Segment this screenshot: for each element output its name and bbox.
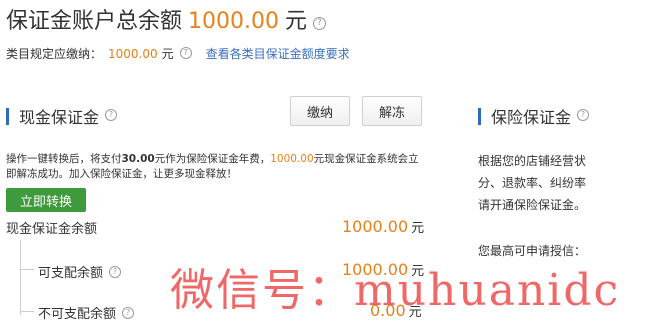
insurance-margin-section-header: 保险保证金 ? [478, 104, 590, 128]
section-accent-bar [6, 107, 9, 125]
pay-button[interactable]: 缴纳 [290, 96, 350, 126]
tree-branch [20, 269, 34, 270]
page-title: 保证金账户总余额 [6, 9, 183, 34]
available-balance-row: 可支配余额 ? [38, 262, 122, 281]
unavailable-balance-label: 不可支配余额 [38, 307, 117, 322]
cash-balance-amount: 1000.00 [342, 217, 409, 236]
desc-amount: 1000.00 [270, 153, 314, 165]
section-accent-bar [478, 107, 481, 125]
category-label: 类目规定应缴纳： [6, 47, 103, 61]
margin-account-page: 保证金账户总余额 1000.00 元 ? 类目规定应缴纳： 1000.00 元 … [0, 0, 647, 324]
question-circle-icon[interactable]: ? [577, 109, 590, 121]
convert-description: 操作一键转换后，将支付30.00元作为保险保证金年费，1000.00元现金保证金… [6, 152, 426, 182]
cash-margin-section-header: 现金保证金 ? [6, 104, 118, 128]
watermark-text: 微信号：muhuanidc [170, 265, 621, 316]
question-circle-icon[interactable]: ? [313, 17, 327, 30]
category-amount: 1000.00 [108, 46, 158, 61]
desc-fee: 30.00 [121, 153, 155, 165]
unavailable-balance-row: 不可支配余额 ? [38, 303, 135, 322]
cash-balance-unit: 元 [411, 221, 425, 236]
total-amount: 1000.00 [188, 9, 279, 34]
question-circle-icon[interactable]: ? [109, 265, 122, 278]
desc-text-1: 操作一键转换后，将支付 [6, 153, 122, 165]
available-balance-label: 可支配余额 [38, 266, 104, 281]
insurance-margin-title: 保险保证金 [491, 108, 572, 127]
account-total-header: 保证金账户总余额 1000.00 元 ? [6, 3, 327, 35]
category-unit: 元 [161, 47, 174, 61]
tree-connector [20, 240, 21, 315]
insurance-description: 根据您的店铺经营状 分、退款率、纠纷率 请开通保险保证金。 [478, 150, 586, 216]
total-unit: 元 [285, 9, 308, 34]
desc-text-2: 元作为保险保证金年费， [154, 153, 271, 165]
insurance-line-3: 请开通保险保证金。 [478, 198, 587, 212]
question-circle-icon[interactable]: ? [179, 46, 192, 59]
insurance-line-1: 根据您的店铺经营状 [478, 154, 587, 168]
category-requirement: 类目规定应缴纳： 1000.00 元 ? 查看各类目保证金额度要求 [6, 45, 350, 62]
insurance-line-2: 分、退款率、纠纷率 [478, 176, 587, 190]
unfreeze-button[interactable]: 解冻 [362, 96, 422, 126]
cash-balance-value: 1000.00 元 [342, 217, 424, 236]
question-circle-icon[interactable]: ? [105, 109, 118, 121]
tree-branch [20, 311, 34, 312]
cash-balance-label: 现金保证金余额 [6, 222, 98, 237]
category-requirements-link[interactable]: 查看各类目保证金额度要求 [206, 45, 350, 62]
convert-now-button[interactable]: 立即转换 [6, 188, 86, 212]
cash-margin-title: 现金保证金 [19, 108, 100, 127]
question-circle-icon[interactable]: ? [122, 306, 135, 319]
